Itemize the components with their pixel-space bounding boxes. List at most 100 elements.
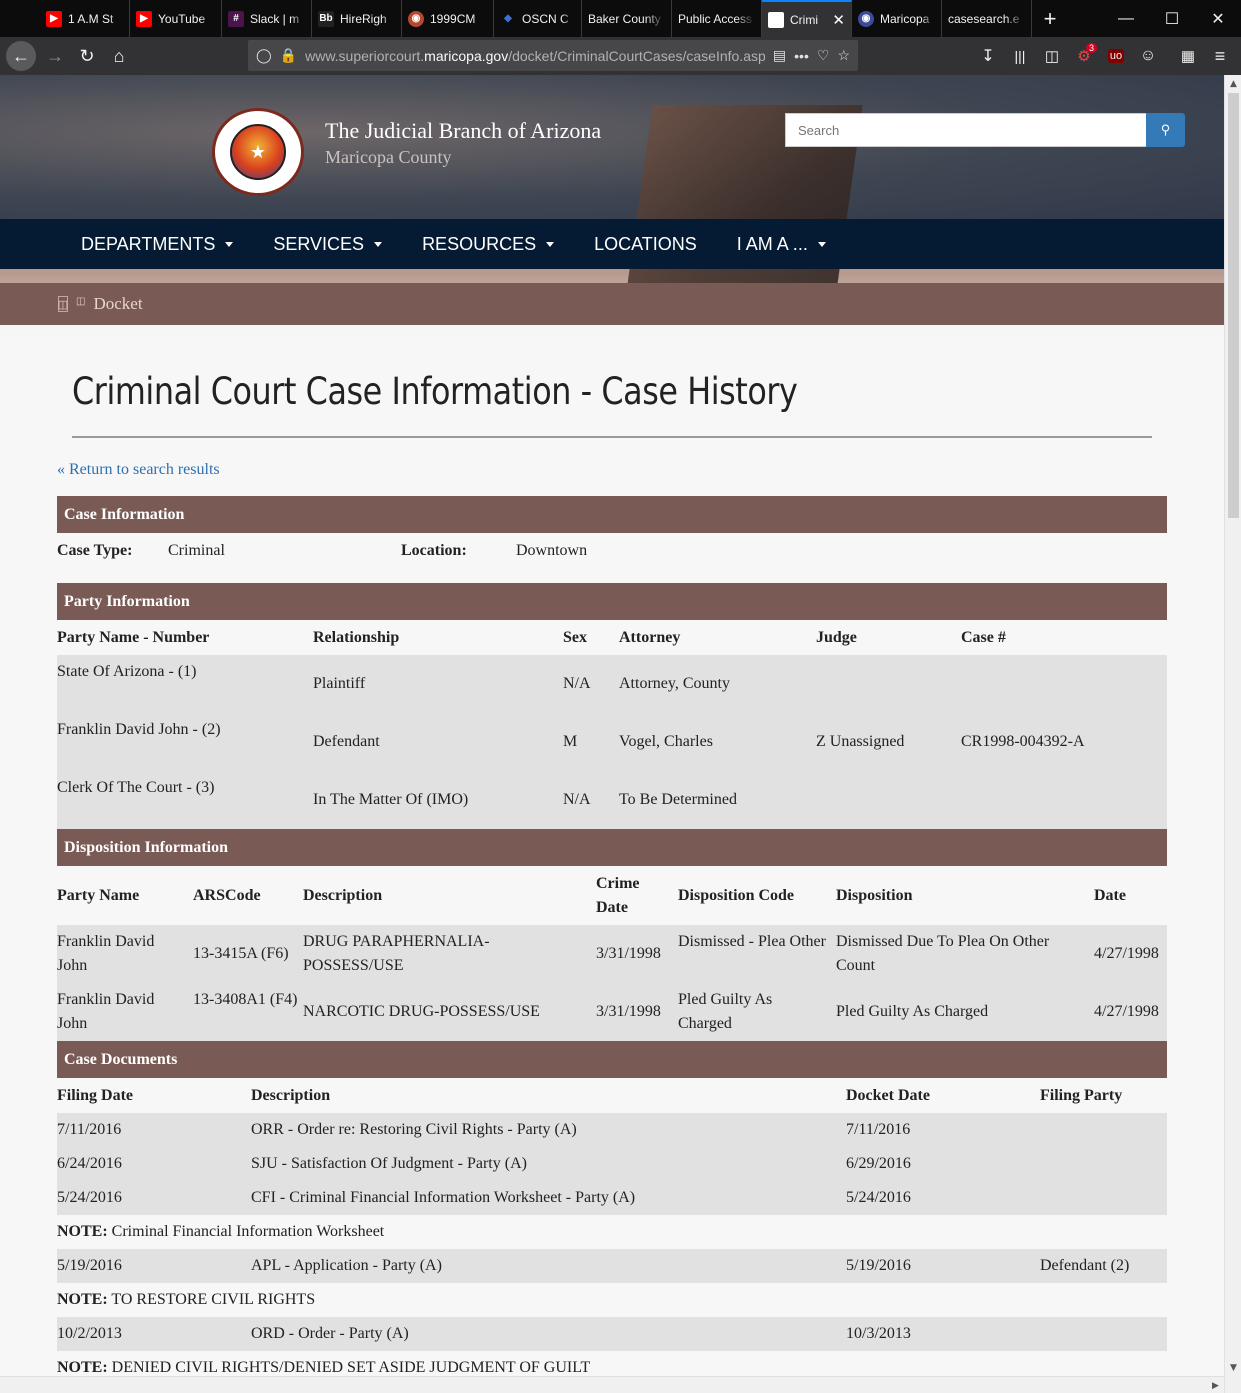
browser-tab[interactable]: ◉ Maricopa bbox=[852, 0, 942, 37]
table-row bbox=[57, 1249, 1167, 1283]
slack-icon: # bbox=[228, 10, 244, 27]
court-seal-logo[interactable]: ★ bbox=[212, 108, 304, 196]
maximize-button[interactable]: ☐ bbox=[1149, 0, 1195, 37]
browser-tab[interactable]: ▶ YouTube bbox=[130, 0, 222, 37]
pocket-icon[interactable]: ♡ bbox=[817, 47, 830, 64]
nav-item-services[interactable]: SERVICES bbox=[273, 234, 383, 255]
party-cell: Attorney, County bbox=[619, 675, 730, 692]
browser-tab[interactable]: Bb HireRigh bbox=[312, 0, 402, 37]
nav-item-locations[interactable]: LOCATIONS bbox=[594, 234, 697, 255]
party-column-header: Party Name - Number bbox=[57, 629, 210, 646]
document-filing-date: 10/2/2013 bbox=[57, 1325, 122, 1342]
party-cell: In The Matter Of (IMO) bbox=[313, 791, 469, 808]
tab-title: Baker County bbox=[588, 11, 661, 26]
document-note: NOTE: Criminal Financial Information Wor… bbox=[57, 1220, 384, 1244]
close-window-button[interactable]: ✕ bbox=[1195, 0, 1241, 37]
library-icon[interactable]: ||| bbox=[1005, 41, 1035, 71]
disposition-column-header: Date bbox=[1094, 887, 1126, 904]
search-button[interactable]: ⚲ bbox=[1146, 113, 1185, 147]
caret-down-icon bbox=[374, 241, 383, 247]
url-text[interactable]: www.superiorcourt.maricopa.gov/docket/Cr… bbox=[305, 48, 765, 64]
disposition-cell: Pled Guilty As Charged bbox=[836, 1003, 989, 1020]
document-docket-date: 6/29/2016 bbox=[846, 1155, 911, 1172]
new-tab-button[interactable]: + bbox=[1032, 0, 1068, 37]
nav-item-resources[interactable]: RESOURCES bbox=[422, 234, 555, 255]
address-bar[interactable]: ◯ 🔒 www.superiorcourt.maricopa.gov/docke… bbox=[248, 40, 858, 71]
browser-tab[interactable]: Crimi ✕ bbox=[762, 0, 852, 37]
page-actions-icon[interactable]: ••• bbox=[794, 48, 809, 64]
disposition-cell: 13-3415A (F6) bbox=[193, 945, 289, 962]
scrollbar-thumb[interactable] bbox=[1228, 93, 1239, 518]
menu-icon[interactable]: ≡ bbox=[1205, 41, 1235, 71]
forward-button[interactable]: → bbox=[40, 41, 70, 71]
home-breadcrumb-icon[interactable]: ◫ bbox=[58, 296, 68, 312]
downloads-icon[interactable]: ↧ bbox=[973, 41, 1003, 71]
document-description-link[interactable]: CFI - Criminal Financial Information Wor… bbox=[251, 1186, 635, 1210]
disposition-cell: 4/27/1998 bbox=[1094, 945, 1159, 962]
document-docket-date: 7/11/2016 bbox=[846, 1121, 911, 1138]
disposition-column-header: Disposition bbox=[836, 887, 913, 904]
extensions-icon[interactable]: ▦ bbox=[1173, 41, 1203, 71]
browser-tab[interactable]: ◉ 1999CM bbox=[402, 0, 494, 37]
youtube-icon: ▶ bbox=[136, 10, 152, 27]
case-type-value: Criminal bbox=[168, 542, 225, 559]
disposition-cell: Dismissed Due To Plea On Other Count bbox=[836, 933, 1050, 974]
home-button[interactable]: ⌂ bbox=[104, 41, 134, 71]
main-content: Criminal Court Case Information - Case H… bbox=[0, 325, 1224, 1393]
document-description-link[interactable]: SJU - Satisfaction Of Judgment - Party (… bbox=[251, 1152, 527, 1176]
nav-item-departments[interactable]: DEPARTMENTS bbox=[81, 234, 234, 255]
main-navigation: DEPARTMENTS SERVICES RESOURCES LOCATIONS I A… bbox=[0, 219, 1224, 269]
party-cell: Clerk Of The Court - (3) bbox=[57, 779, 215, 796]
browser-tab[interactable]: casesearch.e bbox=[942, 0, 1032, 37]
browser-tab[interactable]: ◆ OSCN C bbox=[494, 0, 582, 37]
browser-tab[interactable]: Public Access bbox=[672, 0, 762, 37]
return-to-search-link[interactable]: « Return to search results bbox=[57, 461, 220, 479]
bookmark-star-icon[interactable]: ☆ bbox=[837, 47, 850, 64]
browser-tab[interactable]: # Slack | m bbox=[222, 0, 312, 37]
scroll-up-arrow-icon[interactable]: ▲ bbox=[1225, 75, 1241, 92]
back-button[interactable]: ← bbox=[6, 41, 36, 71]
case-information-header: Case Information bbox=[57, 496, 1167, 533]
browser-tab[interactable]: ▶ 1 A.M St bbox=[40, 0, 130, 37]
shield-icon[interactable]: ◯ bbox=[256, 47, 272, 64]
case-type-label: Case Type: bbox=[57, 542, 133, 559]
document-description-link[interactable]: ORR - Order re: Restoring Civil Rights -… bbox=[251, 1118, 577, 1142]
document-description-link[interactable]: ORD - Order - Party (A) bbox=[251, 1322, 409, 1346]
close-tab-icon[interactable]: ✕ bbox=[832, 11, 845, 29]
nav-item-i-am-a[interactable]: I AM A ... bbox=[737, 234, 826, 255]
account-icon[interactable]: ☺ bbox=[1133, 41, 1163, 71]
disposition-cell: Dismissed - Plea Other bbox=[678, 933, 826, 950]
sidebar-icon[interactable]: ◫ bbox=[1037, 41, 1067, 71]
party-column-header: Case # bbox=[961, 629, 1006, 646]
table-row bbox=[57, 771, 1167, 829]
table-row bbox=[57, 1317, 1167, 1351]
disposition-column-header: Description bbox=[303, 887, 383, 904]
document-description-link[interactable]: APL - Application - Party (A) bbox=[251, 1254, 442, 1278]
page-title: Criminal Court Case Information - Case H… bbox=[72, 370, 798, 413]
site-title[interactable]: The Judicial Branch of Arizona bbox=[325, 118, 601, 144]
party-cell: State Of Arizona - (1) bbox=[57, 663, 197, 680]
tab-title: Maricopa bbox=[880, 11, 930, 26]
web-page: ★ The Judicial Branch of Arizona Maricop… bbox=[0, 75, 1224, 1393]
search-input[interactable] bbox=[785, 113, 1147, 147]
ublock-icon[interactable]: uo bbox=[1101, 41, 1131, 71]
addon-icon[interactable]: ⚙ 3 bbox=[1069, 41, 1099, 71]
tab-title: YouTube bbox=[158, 11, 206, 26]
reader-view-icon[interactable]: ▤ bbox=[773, 47, 786, 64]
table-row bbox=[57, 1113, 1167, 1147]
document-filing-date: 6/24/2016 bbox=[57, 1155, 122, 1172]
minimize-button[interactable]: — bbox=[1103, 0, 1149, 37]
document-docket-date: 5/19/2016 bbox=[846, 1257, 911, 1274]
reload-button[interactable]: ↻ bbox=[72, 41, 102, 71]
caret-down-icon bbox=[546, 241, 555, 247]
party-cell: Plaintiff bbox=[313, 675, 366, 692]
scroll-right-arrow-icon[interactable]: ▶ bbox=[1207, 1377, 1224, 1393]
breadcrumb-docket[interactable]: Docket bbox=[93, 294, 142, 314]
note-label: NOTE: bbox=[57, 1359, 108, 1376]
scroll-down-arrow-icon[interactable]: ▼ bbox=[1225, 1359, 1241, 1376]
disposition-information-header: Disposition Information bbox=[57, 829, 1167, 866]
horizontal-scrollbar[interactable]: ▶ bbox=[0, 1376, 1224, 1393]
browser-tab[interactable]: Baker County bbox=[582, 0, 672, 37]
insecure-lock-icon[interactable]: 🔒 bbox=[280, 47, 297, 64]
vertical-scrollbar[interactable]: ▲ ▼ bbox=[1224, 75, 1241, 1393]
